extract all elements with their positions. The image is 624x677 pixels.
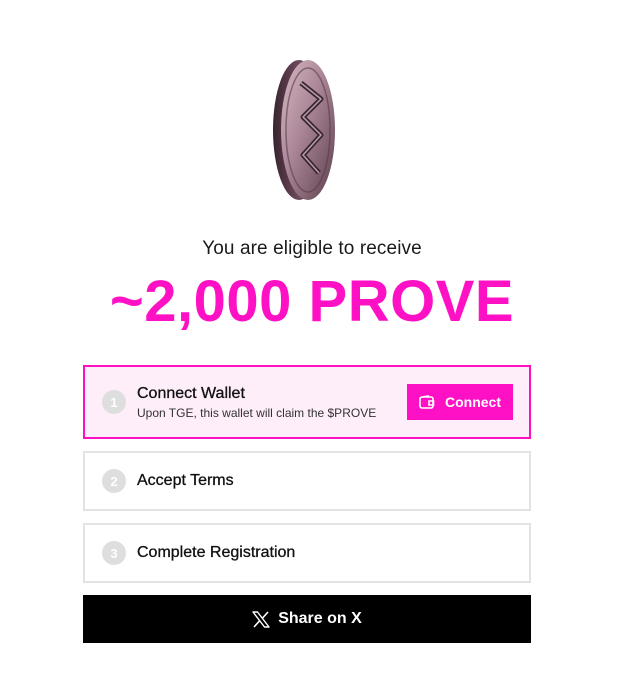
eligibility-page: You are eligible to receive ~2,000 PROVE… [0, 0, 624, 677]
step-number-badge: 3 [102, 541, 126, 565]
share-button-label: Share on X [278, 610, 362, 627]
step-text: Connect Wallet Upon TGE, this wallet wil… [137, 384, 377, 420]
step-title: Connect Wallet [137, 384, 245, 402]
reward-amount: ~2,000 PROVE [109, 269, 515, 334]
connect-wallet-button[interactable]: Connect [407, 384, 513, 420]
step-complete-registration[interactable]: 3 Complete Registration [83, 523, 531, 583]
connect-button-label: Connect [445, 394, 501, 410]
step-connect-wallet: 1 Connect Wallet Upon TGE, this wallet w… [83, 365, 531, 439]
step-subtitle: Upon TGE, this wallet will claim the $PR… [137, 405, 377, 420]
x-logo-icon [252, 610, 270, 628]
step-text: Accept Terms [137, 472, 234, 490]
share-on-x-button[interactable]: Share on X [83, 595, 531, 643]
step-text: Complete Registration [137, 544, 296, 562]
step-number-badge: 2 [102, 469, 126, 493]
step-accept-terms[interactable]: 2 Accept Terms [83, 451, 531, 511]
wallet-icon [419, 394, 435, 410]
step-title: Accept Terms [137, 472, 234, 489]
prove-coin-image [263, 55, 349, 205]
eligibility-message: You are eligible to receive [202, 238, 422, 259]
step-title: Complete Registration [137, 544, 296, 561]
step-number-badge: 1 [102, 390, 126, 414]
